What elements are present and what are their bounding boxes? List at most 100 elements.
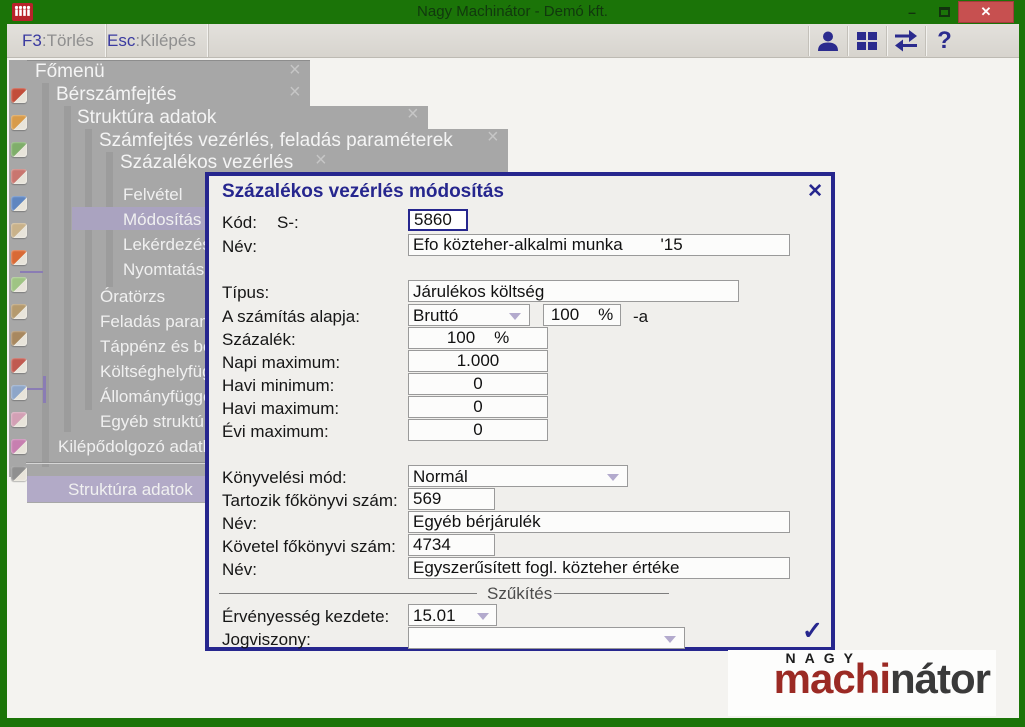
- modules-button[interactable]: [847, 26, 885, 56]
- havi-minimum-label: Havi minimum:: [222, 376, 334, 396]
- szukites-divider-right: [554, 593, 669, 594]
- files-icon[interactable]: [11, 196, 27, 211]
- archive-icon[interactable]: [11, 331, 27, 346]
- dice-icon[interactable]: [11, 439, 27, 454]
- menu-window-close-icon[interactable]: ×: [407, 105, 419, 123]
- tartozik-label: Tartozik főkönyvi szám:: [222, 491, 398, 511]
- kod-input[interactable]: [408, 209, 468, 231]
- window-title: Nagy Machinátor - Demó kft.: [0, 3, 1025, 20]
- ervenyesseg-dropdown[interactable]: 15.01: [408, 604, 497, 626]
- home-icon[interactable]: [11, 358, 27, 373]
- ervenyesseg-value: 15.01: [413, 606, 456, 625]
- szukites-label: Szűkítés: [487, 584, 552, 604]
- folder-icon[interactable]: [11, 250, 27, 265]
- konyvelesi-dropdown[interactable]: Normál: [408, 465, 628, 487]
- kovetel-input[interactable]: [408, 534, 495, 556]
- szazalek-input[interactable]: [408, 327, 548, 349]
- gear-icon[interactable]: [11, 466, 27, 481]
- clipboard-icon[interactable]: [11, 223, 27, 238]
- nev-input[interactable]: [408, 234, 790, 256]
- menu-path-fomenu[interactable]: Főmenü: [35, 61, 105, 83]
- suffix-a-label: -a: [633, 307, 648, 327]
- tartozik-input[interactable]: [408, 488, 495, 510]
- user-icon: [816, 29, 840, 53]
- confirm-check-button[interactable]: ✓: [802, 616, 823, 646]
- menu-path-berszamfejtes[interactable]: Bérszámfejtés: [56, 84, 176, 106]
- document-icon[interactable]: [11, 277, 27, 292]
- menu-path-szazalekos-vezerles[interactable]: Százalékos vezérlés: [120, 152, 293, 174]
- close-window-button[interactable]: ✕: [958, 1, 1014, 23]
- mail-icon[interactable]: [11, 385, 27, 400]
- menu-path-struktura-adatok[interactable]: Struktúra adatok: [77, 107, 216, 129]
- dialog-szazalekos-vezerles-modositas: Százalékos vezérlés módosítás ✕ Kód: S-:…: [205, 172, 835, 651]
- transfer-button[interactable]: [886, 26, 924, 56]
- menu-window-close-icon[interactable]: ×: [289, 83, 301, 101]
- f3-key-label: F3: [22, 31, 42, 51]
- konyvelesi-value: Normál: [413, 467, 468, 486]
- menu-item-struktura-5[interactable]: Állományfüggés: [100, 387, 221, 407]
- kilepes-label: :Kilépés: [135, 31, 195, 51]
- app-window: Nagy Machinátor - Demó kft. – ✕ F3:Törlé…: [0, 0, 1025, 727]
- maximize-icon: [939, 7, 950, 17]
- box-icon[interactable]: [11, 304, 27, 319]
- chevron-down-icon: [477, 613, 489, 620]
- menu-item-modositas[interactable]: Módosítás: [123, 210, 201, 230]
- menu-item-struktura-4[interactable]: Költséghelyfügg: [100, 362, 221, 382]
- alap-szazalek-input[interactable]: [543, 304, 621, 326]
- tipus-dropdown[interactable]: Járulékos költség: [408, 280, 739, 302]
- napi-maximum-input[interactable]: [408, 350, 548, 372]
- evi-maximum-label: Évi maximum:: [222, 422, 329, 442]
- menu-window-close-icon[interactable]: ×: [315, 151, 327, 169]
- menu-item-felvetel[interactable]: Felvétel: [123, 185, 183, 205]
- logo-dark-part: nátor: [890, 655, 990, 702]
- alap-dropdown[interactable]: Bruttó: [408, 304, 530, 326]
- transfer-arrows-icon: [892, 29, 920, 53]
- menu-window-close-icon[interactable]: ×: [289, 61, 301, 79]
- tartozik-nev-input[interactable]: [408, 511, 790, 533]
- brand-logo: NAGY machinátor: [728, 650, 996, 716]
- menu-item-kilepodolgozo[interactable]: Kilépődolgozó adatla: [58, 437, 216, 457]
- menu-item-struktura-6[interactable]: Egyéb struktúra: [100, 412, 219, 432]
- titlebar: Nagy Machinátor - Demó kft. – ✕: [0, 0, 1025, 24]
- jogviszony-label: Jogviszony:: [222, 630, 311, 650]
- modules-grid-icon: [855, 29, 879, 53]
- help-button[interactable]: ?: [925, 26, 963, 56]
- menu-window-close-icon[interactable]: ×: [487, 128, 499, 146]
- jogviszony-dropdown[interactable]: [408, 627, 685, 649]
- menu-item-struktura-3[interactable]: Táppénz és bet: [100, 337, 217, 357]
- minimize-button[interactable]: –: [898, 2, 926, 22]
- photo-icon[interactable]: [11, 412, 27, 427]
- menu-path-szamfejtes-vezerles[interactable]: Számfejtés vezérlés, feladás paraméterek: [99, 130, 453, 152]
- cart-icon[interactable]: [11, 115, 27, 130]
- evi-maximum-input[interactable]: [408, 419, 548, 441]
- havi-minimum-input[interactable]: [408, 373, 548, 395]
- maximize-button[interactable]: [930, 2, 958, 22]
- menu-item-lekerdezes[interactable]: Lekérdezés: [123, 235, 211, 255]
- torles-label: :Törlés: [42, 31, 94, 51]
- menu-current-selection[interactable]: Struktúra adatok: [68, 480, 193, 500]
- chevron-down-icon: [509, 313, 521, 320]
- havi-maximum-input[interactable]: [408, 396, 548, 418]
- tree-connector-line: [20, 271, 43, 273]
- menu-divider-light: [26, 463, 205, 464]
- esc-key-label: Esc: [107, 31, 135, 51]
- havi-maximum-label: Havi maximum:: [222, 399, 339, 419]
- tipus-label: Típus:: [222, 283, 269, 303]
- delete-shortcut-button[interactable]: F3:Törlés: [10, 24, 107, 57]
- window-edge-guide-2: [64, 106, 71, 432]
- logo-red-part: machi: [774, 655, 890, 702]
- kod-label: Kód:: [222, 213, 257, 233]
- book-icon[interactable]: [11, 142, 27, 157]
- napi-maximum-label: Napi maximum:: [222, 353, 340, 373]
- coins-icon[interactable]: [11, 169, 27, 184]
- basket-icon[interactable]: [11, 88, 27, 103]
- kovetel-nev-input[interactable]: [408, 557, 790, 579]
- menu-item-nyomtatas[interactable]: Nyomtatás: [123, 260, 204, 280]
- dialog-close-icon[interactable]: ✕: [807, 180, 823, 203]
- exit-shortcut-button[interactable]: Esc:Kilépés: [95, 24, 209, 57]
- menu-item-struktura-1[interactable]: Óratörzs: [100, 287, 165, 307]
- tipus-value: Járulékos költség: [413, 282, 544, 301]
- user-button[interactable]: [808, 26, 846, 56]
- konyvelesi-label: Könyvelési mód:: [222, 468, 347, 488]
- nev2-label: Név:: [222, 514, 257, 534]
